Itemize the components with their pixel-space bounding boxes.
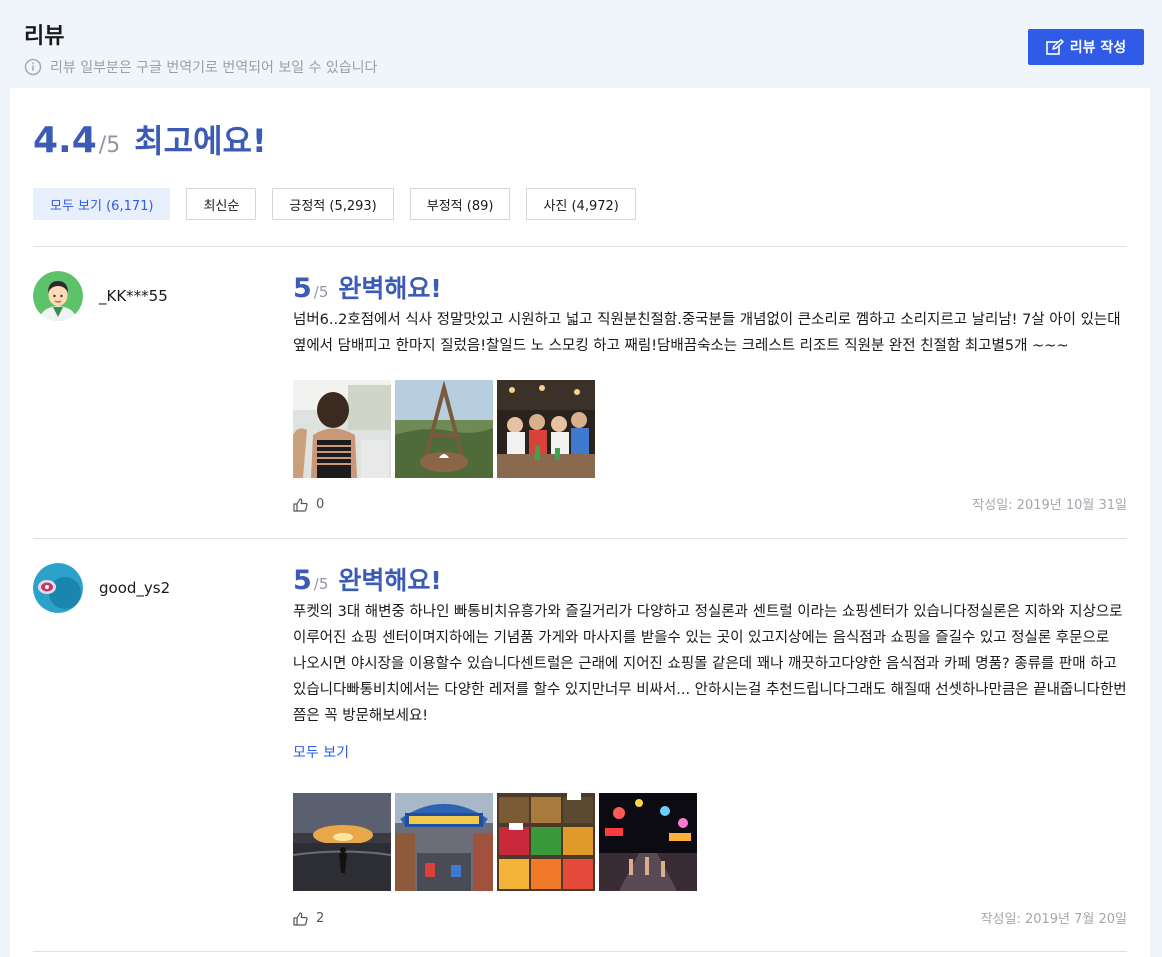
write-review-button[interactable]: 리뷰 작성: [1028, 29, 1144, 65]
reviews-header: 리뷰 리뷰 일부분은 구글 번역기로 번역되어 보일 수 있습니다 리뷰 작성: [0, 0, 1162, 88]
review-text: 넘버6..2호점에서 식사 정말맛있고 시원하고 넓고 직원분친절함.중국분들 …: [293, 312, 1121, 354]
review-title: 완벽해요!: [338, 274, 442, 303]
review-photos: [293, 380, 595, 478]
divider: [33, 951, 1127, 952]
avatar[interactable]: [33, 271, 83, 321]
review-item: _KK***55 5 /5 완벽해요! 넘버6..2호점에서 식사 정말맛있고 …: [33, 271, 1127, 541]
review-score-max: /5: [313, 283, 329, 301]
like-button[interactable]: 0: [293, 497, 324, 512]
reviews-panel: 4.4 /5 최고에요! 모두 보기 (6,171) 최신순 긍정적 (5,29…: [10, 88, 1150, 957]
review-date: 작성일: 2019년 7월 20일: [980, 912, 1127, 927]
write-review-label: 리뷰 작성: [1069, 40, 1127, 56]
review-rating: 5 /5 완벽해요!: [293, 269, 442, 305]
review-score: 5: [293, 273, 312, 304]
notice-text: 리뷰 일부분은 구글 번역기로 번역되어 보일 수 있습니다: [50, 60, 378, 76]
overall-score-max: /5: [98, 133, 121, 158]
edit-icon: [1045, 39, 1064, 55]
avatar[interactable]: [33, 563, 83, 613]
review-photo[interactable]: [497, 793, 595, 891]
thumbs-up-icon: [293, 911, 308, 926]
reviewer-name[interactable]: good_ys2: [99, 579, 170, 597]
review-title: 완벽해요!: [338, 566, 442, 595]
divider: [33, 246, 1127, 247]
user-avatar-icon: [33, 271, 83, 321]
show-more-link[interactable]: 모두 보기: [293, 742, 349, 762]
review-photo[interactable]: [395, 793, 493, 891]
filter-positive[interactable]: 긍정적 (5,293): [272, 188, 394, 220]
review-photo[interactable]: [293, 793, 391, 891]
review-photo[interactable]: [293, 380, 391, 478]
thumbs-up-icon: [293, 497, 308, 512]
reviewer-name[interactable]: _KK***55: [99, 287, 168, 305]
page-title: 리뷰: [24, 24, 65, 49]
review-photo[interactable]: [599, 793, 697, 891]
like-count: 0: [316, 497, 325, 512]
review-score-max: /5: [313, 575, 329, 593]
info-icon: [24, 58, 42, 76]
translation-notice: 리뷰 일부분은 구글 번역기로 번역되어 보일 수 있습니다: [24, 57, 377, 77]
like-count: 2: [316, 911, 325, 926]
review-photos: [293, 793, 697, 891]
review-photo[interactable]: [497, 380, 595, 478]
review-item: good_ys2 5 /5 완벽해요! 푸켓의 3대 해변중 하나인 빠통비치유…: [33, 563, 1127, 943]
like-button[interactable]: 2: [293, 911, 324, 926]
overall-score: 4.4: [33, 120, 97, 161]
review-score: 5: [293, 565, 312, 596]
filter-negative[interactable]: 부정적 (89): [409, 188, 511, 220]
divider: [33, 538, 1127, 539]
user-avatar-icon: [33, 563, 83, 613]
overall-rating: 4.4 /5 최고에요!: [33, 116, 267, 162]
review-text: 푸켓의 3대 해변중 하나인 빠통비치유흥가와 즐길거리가 다양하고 정실론과 …: [293, 604, 1127, 724]
filter-newest[interactable]: 최신순: [186, 188, 257, 220]
review-filters: 모두 보기 (6,171) 최신순 긍정적 (5,293) 부정적 (89) 사…: [33, 188, 636, 220]
overall-rating-label: 최고에요!: [134, 122, 267, 160]
review-date: 작성일: 2019년 10월 31일: [972, 498, 1127, 513]
filter-all[interactable]: 모두 보기 (6,171): [33, 188, 171, 220]
filter-photos[interactable]: 사진 (4,972): [526, 188, 636, 220]
review-rating: 5 /5 완벽해요!: [293, 561, 442, 597]
review-photo[interactable]: [395, 380, 493, 478]
